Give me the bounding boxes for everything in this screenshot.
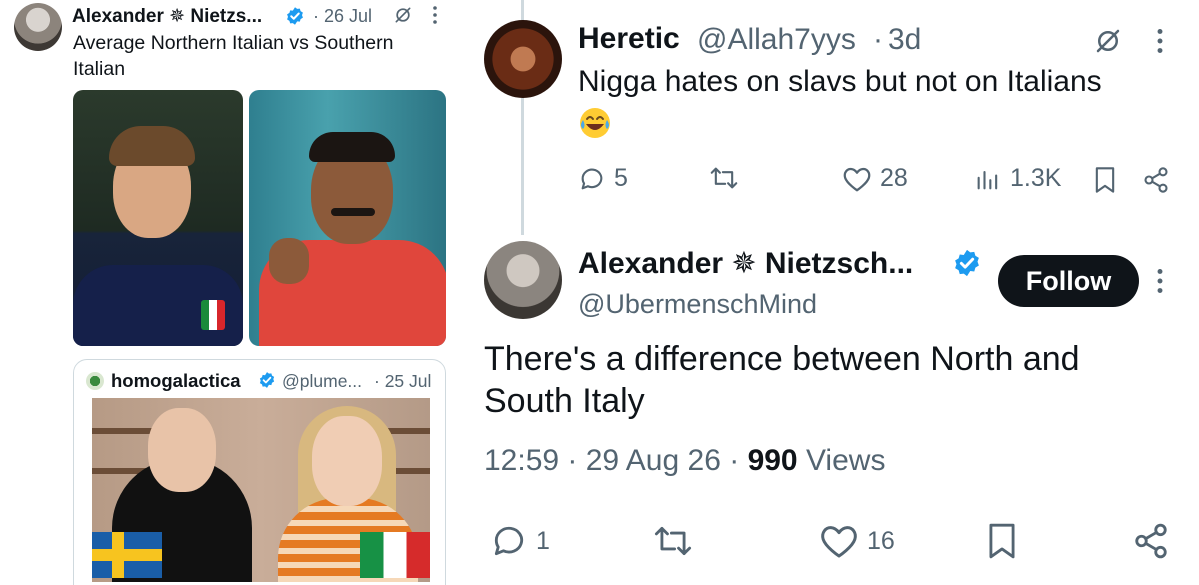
author-name[interactable]: Alexander ✵ Nietzsch... [578,246,913,281]
tweet-text: There's a difference between North and S… [484,340,1080,420]
views-chart-icon [977,170,998,189]
tweet-text: Nigga hates on slavs but not on Italians [578,65,1102,98]
tweet-date[interactable]: · 26 Jul [313,6,372,27]
quoted-tweet[interactable]: homogalactica @plume... · 25 Jul [73,359,446,585]
sweden-flag [92,532,162,578]
views-button[interactable]: 1.3K [974,164,1061,193]
reply-icon [494,526,524,556]
tweet-photo-northern[interactable] [73,90,243,346]
more-options-icon[interactable] [430,4,440,26]
verified-badge-icon [955,249,979,277]
reply-count: 1 [536,526,550,555]
bookmark-icon[interactable] [1092,166,1118,194]
grok-icon[interactable] [1093,26,1123,56]
views-count: 990 [747,444,798,477]
like-button[interactable]: 16 [819,522,895,560]
retweet-button[interactable] [708,164,740,192]
heart-icon [843,167,871,191]
right-thread: Heretic @Allah7yys · 3d Nigga hates on s… [464,0,1199,585]
quoted-handle: @plume... [282,371,363,391]
avatar[interactable] [14,3,62,51]
tweet-time[interactable]: 12:59 [484,444,559,477]
avatar[interactable] [484,241,562,319]
tweet-photo-southern[interactable] [249,90,446,346]
avatar[interactable] [484,20,562,98]
verified-badge-icon [259,372,275,388]
retweet-button[interactable] [652,522,694,560]
like-count: 16 [867,526,895,555]
share-icon[interactable] [1142,166,1170,194]
reply-button[interactable]: 1 [490,522,550,560]
like-button[interactable]: 28 [842,164,908,193]
more-options-icon[interactable] [1153,266,1167,296]
verified-badge-icon [287,7,303,25]
share-icon[interactable] [1132,522,1170,560]
bookmark-icon[interactable] [984,522,1020,560]
author-name[interactable]: Heretic [578,22,680,56]
tweet-date[interactable]: 29 Aug 26 [586,444,721,477]
retweet-icon [654,526,692,556]
author-handle[interactable]: @Allah7yys [697,23,856,57]
reply-button[interactable]: 5 [578,164,628,193]
heart-icon [821,526,857,558]
views-count: 1.3K [1010,164,1062,192]
grok-icon[interactable] [393,5,413,25]
left-tweet: Alexander ✵ Nietzs... · 26 Jul Average N… [0,0,460,585]
face-with-tears-of-joy-icon [580,108,610,138]
follow-button[interactable]: Follow [998,255,1139,307]
retweet-icon [710,167,738,189]
more-options-icon[interactable] [1153,26,1167,56]
separator-dot: · [873,23,883,56]
quoted-avatar [86,372,104,390]
reply-icon [581,168,603,189]
tweet-metadata: 12:59 · 29 Aug 26 · 990 Views [484,444,886,477]
reply-count: 5 [614,164,628,192]
views-label: Views [805,444,886,477]
author-handle[interactable]: @UbermenschMind [578,289,817,320]
quoted-author-name: homogalactica [111,370,241,391]
italy-flag [360,532,430,578]
quoted-photo[interactable] [92,398,430,582]
like-count: 28 [880,164,908,192]
tweet-text: Average Northern Italian vs Southern Ita… [73,32,394,80]
tweet-date[interactable]: 3d [888,23,921,57]
quoted-date: · 25 Jul [374,371,432,391]
author-name[interactable]: Alexander ✵ Nietzs... [72,5,262,28]
